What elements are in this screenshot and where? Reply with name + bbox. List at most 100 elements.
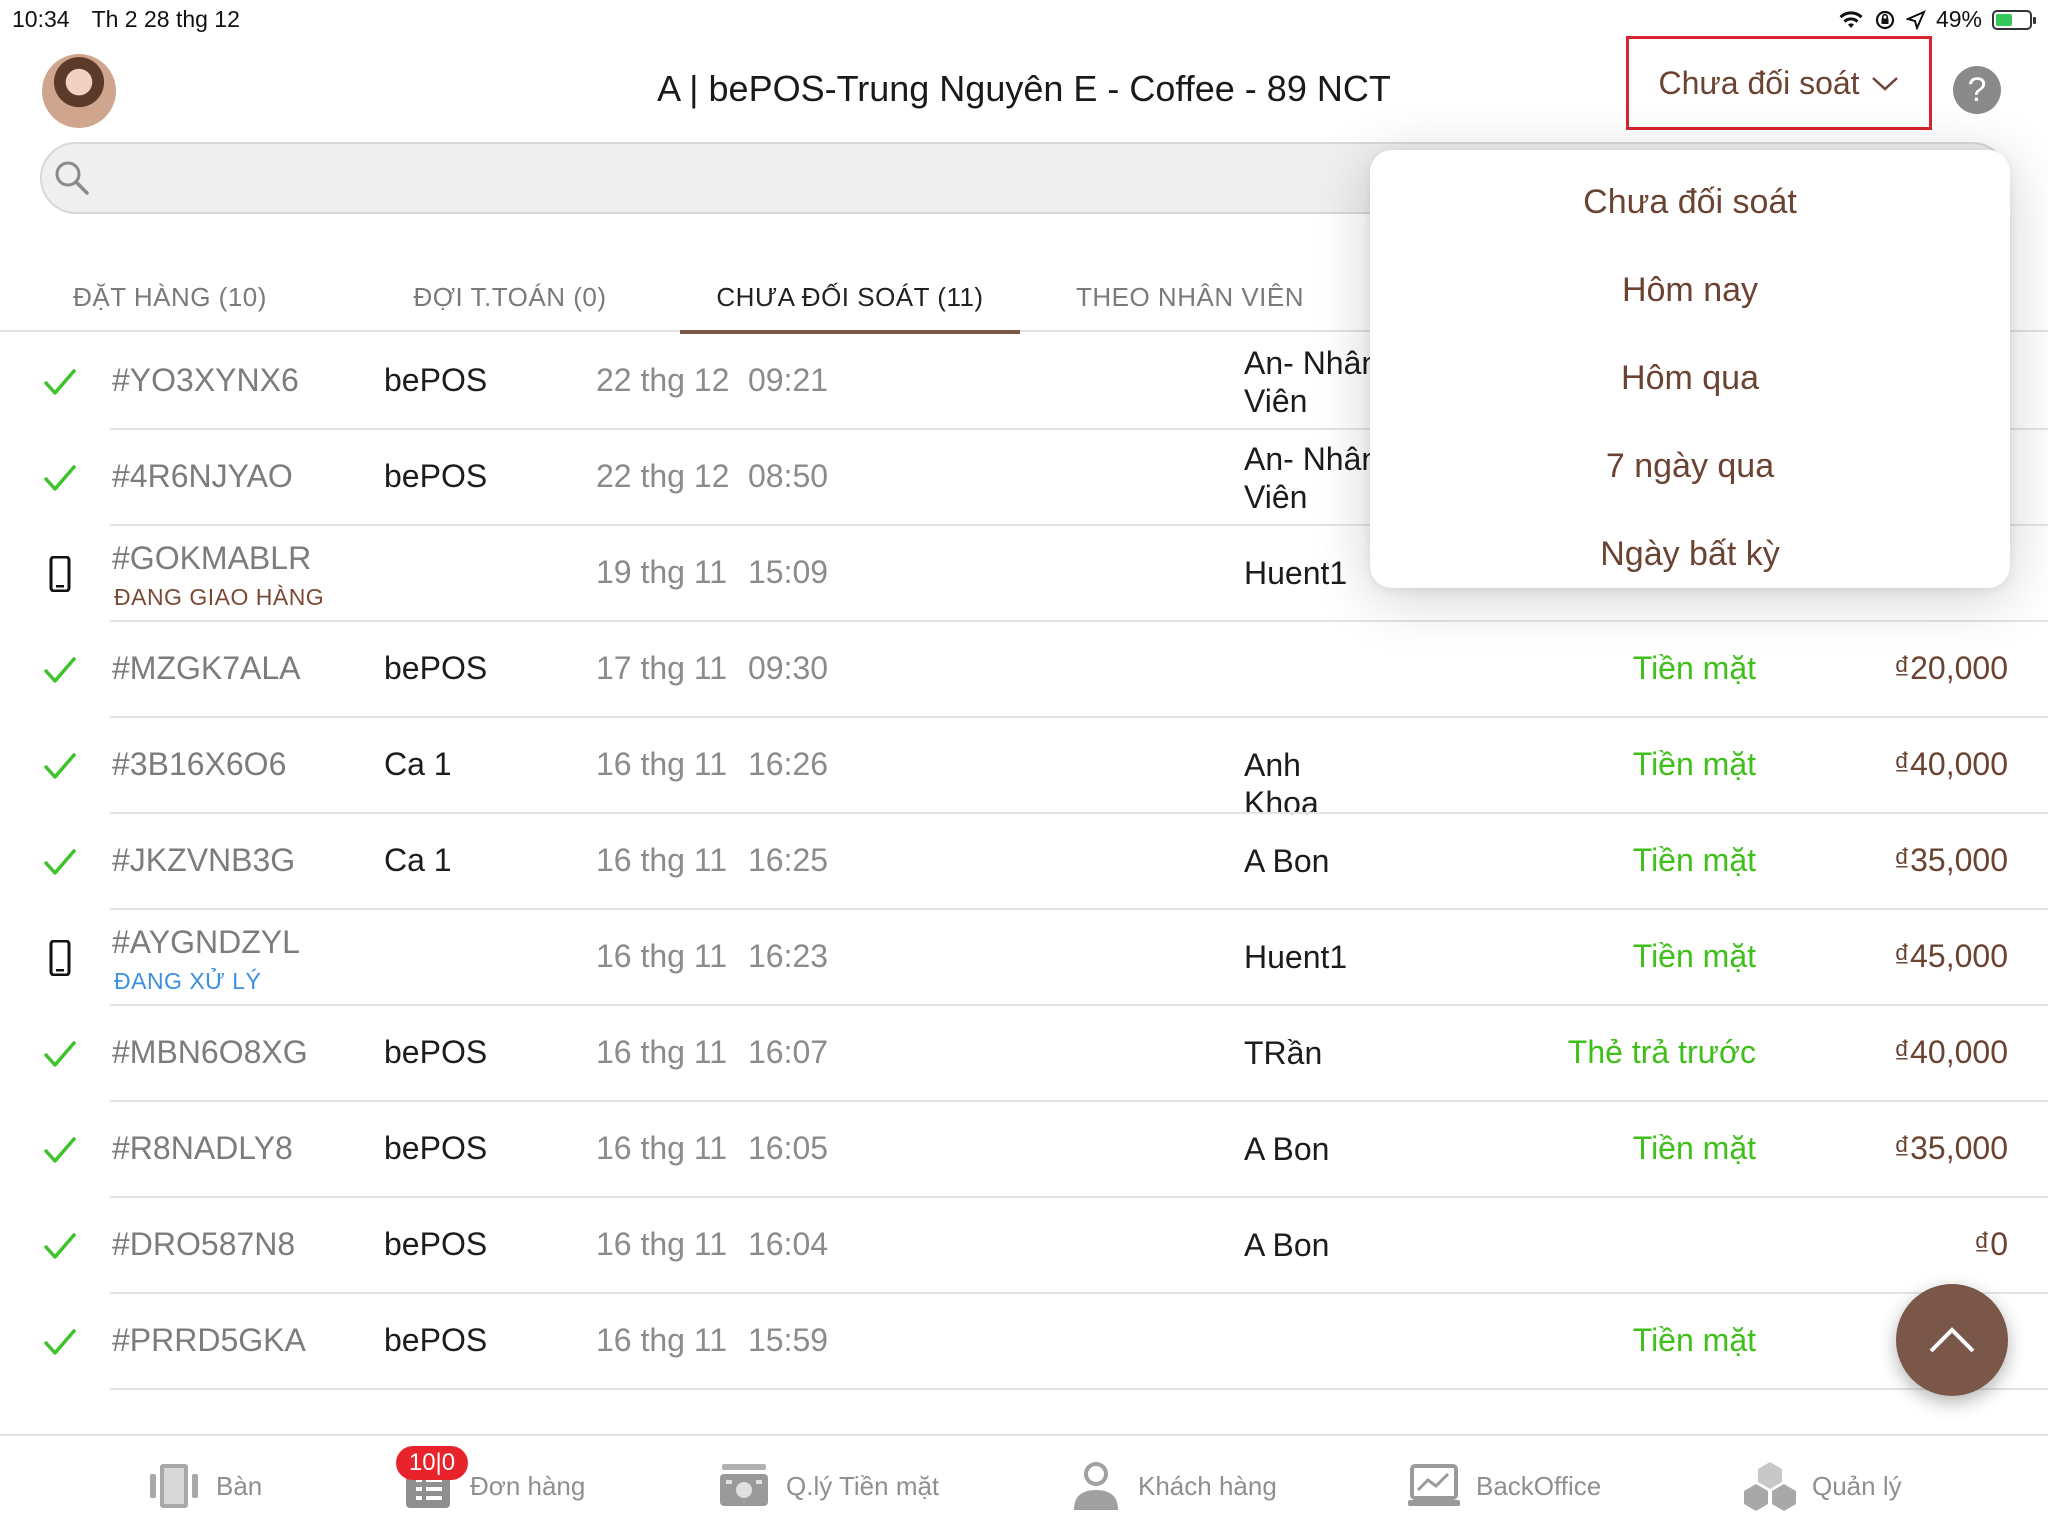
menu-item-chua-doi-soat[interactable]: Chưa đối soát — [1370, 158, 2010, 246]
table-row[interactable]: #JKZVNB3G Ca 1 16 thg 11 16:25 A Bon Tiền mặt… — [0, 814, 2048, 910]
location-icon — [1905, 9, 1926, 30]
tab-doi-thanh-toan[interactable]: ĐỢI T.TOÁN (0) — [340, 262, 680, 332]
nav-label-ban: Bàn — [216, 1470, 263, 1501]
status-date: Th 2 28 thg 12 — [91, 6, 240, 32]
menu-item-ngay-bat-ky[interactable]: Ngày bất kỳ — [1370, 510, 2010, 598]
filter-menu: Chưa đối soát Hôm nay Hôm qua 7 ngày qua… — [1370, 150, 2010, 588]
order-date: 22 thg 12 — [596, 458, 730, 494]
order-time: 08:50 — [748, 458, 829, 494]
order-time: 16:05 — [748, 1130, 829, 1166]
order-code: #JKZVNB3G — [112, 842, 296, 878]
order-code: #4R6NJYAO — [112, 458, 293, 494]
order-source: bePOS — [384, 1226, 488, 1262]
scroll-top-button[interactable] — [1896, 1284, 2008, 1396]
menu-item-hom-qua[interactable]: Hôm qua — [1370, 334, 2010, 422]
check-icon — [44, 753, 76, 779]
order-staff: A Bon — [1244, 1131, 1330, 1167]
order-time: 16:04 — [748, 1226, 829, 1262]
table-row[interactable]: #MBN6O8XG bePOS 16 thg 11 16:07 TRần Thẻ trả … — [0, 1006, 2048, 1102]
tab-chua-doi-soat[interactable]: CHƯA ĐỐI SOÁT (11) — [680, 262, 1020, 334]
order-payment: Tiền mặt — [1632, 1322, 1756, 1358]
customer-icon — [1074, 1462, 1118, 1510]
order-time: 16:07 — [748, 1034, 829, 1070]
filter-dropdown[interactable]: Chưa đối soát — [1626, 36, 1932, 130]
order-date: 16 thg 11 — [596, 1226, 728, 1262]
order-time: 15:59 — [748, 1322, 829, 1358]
menu-item-hom-nay[interactable]: Hôm nay — [1370, 246, 2010, 334]
management-icon — [1744, 1462, 1796, 1511]
order-date: 16 thg 11 — [596, 938, 728, 974]
table-row[interactable]: #3B16X6O6 Ca 1 16 thg 11 16:26 Anh Khoa Tiền … — [0, 718, 2048, 821]
battery-percent: 49% — [1935, 6, 1982, 32]
chevron-up-icon — [1929, 1327, 1975, 1353]
order-staff: Huent1 — [1244, 939, 1348, 975]
order-time: 09:21 — [748, 362, 829, 398]
nav-item-backoffice[interactable]: BackOffice — [1406, 1458, 1601, 1514]
bottom-nav: Bàn Đơn hàng 10|0 Q.lý Tiền mặt Khách hà… — [0, 1434, 2048, 1536]
order-time: 16:26 — [748, 746, 829, 782]
check-icon — [44, 1137, 76, 1163]
nav-label-khach-hang: Khách hàng — [1138, 1470, 1277, 1501]
order-staff: A Bon — [1244, 843, 1330, 879]
filter-dropdown-label: Chưa đối soát — [1658, 64, 1860, 101]
order-code: #DRO587N8 — [112, 1226, 296, 1262]
order-staff: Huent1 — [1244, 555, 1348, 591]
table-icon — [150, 1464, 198, 1508]
app-screen: 10:34 Th 2 28 thg 12 49% A | bePOS-Trung… — [0, 0, 2048, 1536]
tab-dat-hang[interactable]: ĐẶT HÀNG (10) — [0, 262, 340, 332]
nav-item-quan-ly-tien-mat[interactable]: Q.lý Tiền mặt — [716, 1458, 939, 1514]
order-code: #R8NADLY8 — [112, 1130, 293, 1166]
order-code: #3B16X6O6 — [112, 746, 287, 782]
tab-theo-nhan-vien[interactable]: THEO NHÂN VIÊN — [1020, 262, 1360, 332]
order-payment: Tiền mặt — [1632, 842, 1756, 878]
order-time: 16:23 — [748, 938, 829, 974]
order-status: ĐANG XỬ LÝ — [114, 968, 262, 994]
order-source: bePOS — [384, 1130, 488, 1166]
check-icon — [44, 369, 76, 395]
order-time: 15:09 — [748, 554, 829, 590]
nav-item-quan-ly[interactable]: Quản lý — [1742, 1458, 1902, 1514]
order-staff: An- Nhân Viên — [1244, 345, 1380, 419]
check-icon — [44, 1041, 76, 1067]
nav-item-khach-hang[interactable]: Khách hàng — [1068, 1458, 1277, 1514]
order-source: bePOS — [384, 1322, 488, 1358]
order-source: Ca 1 — [384, 842, 452, 878]
order-amount: ₫40,000 — [1893, 746, 2008, 782]
table-row[interactable]: #PRRD5GKA bePOS 16 thg 11 15:59 Tiền mặt — [0, 1294, 2048, 1390]
help-button[interactable]: ? — [1953, 66, 2001, 114]
table-row[interactable]: #DRO587N8 bePOS 16 thg 11 16:04 A Bon ₫0 — [0, 1198, 2048, 1294]
check-icon — [44, 1329, 76, 1355]
cash-register-icon — [720, 1464, 768, 1506]
order-source: bePOS — [384, 362, 488, 398]
orders-badge: 10|0 — [396, 1446, 468, 1480]
order-date: 22 thg 12 — [596, 362, 730, 398]
order-date: 17 thg 11 — [596, 650, 728, 686]
nav-item-ban[interactable]: Bàn — [146, 1458, 262, 1514]
table-row[interactable]: #MZGK7ALA bePOS 17 thg 11 09:30 Tiền mặt ₫20,… — [0, 622, 2048, 718]
order-payment: Tiền mặt — [1632, 650, 1756, 686]
order-staff: An- Nhân Viên — [1244, 441, 1380, 515]
order-date: 19 thg 11 — [596, 554, 728, 590]
order-code: #YO3XYNX6 — [112, 362, 299, 398]
order-code: #MZGK7ALA — [112, 650, 301, 686]
order-code: #GOKMABLR — [112, 540, 312, 576]
order-date: 16 thg 11 — [596, 1130, 728, 1166]
status-bar: 10:34 Th 2 28 thg 12 49% — [0, 0, 2048, 40]
order-payment: Tiền mặt — [1632, 1130, 1756, 1166]
order-staff: A Bon — [1244, 1227, 1330, 1263]
check-icon — [44, 1233, 76, 1259]
order-date: 16 thg 11 — [596, 1322, 728, 1358]
order-amount: ₫20,000 — [1893, 650, 2008, 686]
search-input[interactable] — [110, 150, 1310, 206]
nav-label-don-hang: Đơn hàng — [470, 1470, 586, 1501]
search-icon — [55, 161, 89, 195]
order-date: 16 thg 11 — [596, 842, 728, 878]
order-date: 16 thg 11 — [596, 1034, 728, 1070]
nav-label-quan-ly-tien-mat: Q.lý Tiền mặt — [786, 1470, 940, 1501]
table-row[interactable]: #R8NADLY8 bePOS 16 thg 11 16:05 A Bon Tiền mặ… — [0, 1102, 2048, 1198]
order-source: bePOS — [384, 650, 488, 686]
table-row[interactable]: #AYGNDZYL ĐANG XỬ LÝ 16 thg 11 16:23 Huent1 T… — [0, 910, 2048, 1006]
menu-item-7-ngay-qua[interactable]: 7 ngày qua — [1370, 422, 2010, 510]
nav-label-quan-ly: Quản lý — [1812, 1470, 1902, 1501]
order-amount: ₫35,000 — [1893, 842, 2008, 878]
